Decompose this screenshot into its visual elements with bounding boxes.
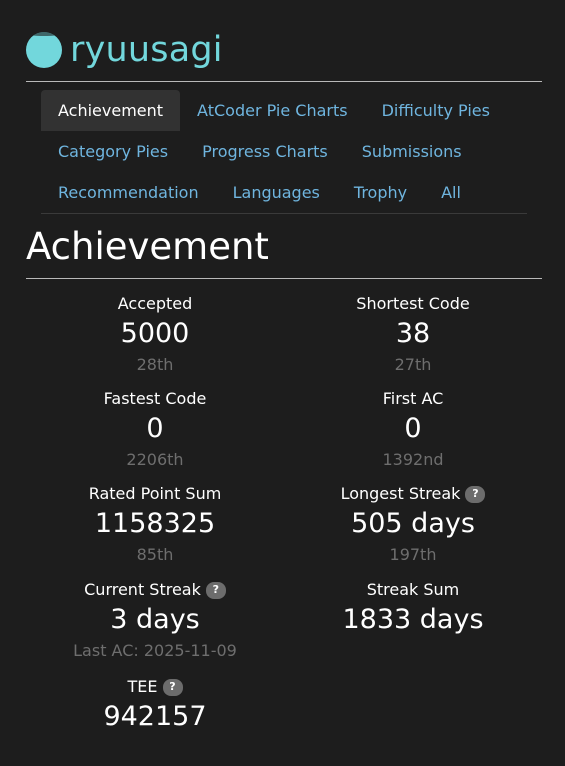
achievement-fastest-code: Fastest Code 0 2206th bbox=[25, 388, 285, 472]
user-header: ryuusagi bbox=[26, 26, 223, 74]
achievement-value: 5000 bbox=[120, 318, 190, 349]
achievement-label: Rated Point Sum bbox=[88, 484, 222, 503]
achievement-label-row: Current Streak ? bbox=[25, 579, 285, 601]
tab-achievement[interactable]: Achievement bbox=[41, 90, 181, 131]
achievement-label: TEE bbox=[127, 677, 158, 696]
achievement-rank: 28th bbox=[136, 355, 174, 374]
tab-progress-charts[interactable]: Progress Charts bbox=[185, 131, 345, 172]
last-ac-date: Last AC: 2025-11-09 bbox=[73, 641, 237, 660]
achievement-value: 1158325 bbox=[94, 508, 216, 539]
achievement-first-ac: First AC 0 1392nd bbox=[283, 388, 543, 472]
help-icon[interactable]: ? bbox=[465, 485, 486, 503]
nav-tabs: Achievement AtCoder Pie Charts Difficult… bbox=[41, 90, 527, 214]
tab-category-pies[interactable]: Category Pies bbox=[41, 131, 185, 172]
achievement-value: 0 bbox=[404, 413, 422, 444]
achievement-rank: 27th bbox=[394, 355, 432, 374]
header-divider bbox=[26, 81, 542, 82]
user-avatar-icon bbox=[26, 32, 62, 68]
achievement-shortest-code: Shortest Code 38 27th bbox=[283, 293, 543, 377]
achievement-rank: 2206th bbox=[126, 450, 184, 469]
achievement-value: 3 days bbox=[110, 604, 200, 635]
achievement-streak-sum: Streak Sum 1833 days bbox=[283, 579, 543, 639]
tab-recommendation[interactable]: Recommendation bbox=[41, 172, 216, 213]
user-name: ryuusagi bbox=[70, 30, 223, 70]
tab-all[interactable]: All bbox=[424, 172, 478, 213]
achievement-value: 1833 days bbox=[342, 604, 484, 635]
achievement-rank: 1392nd bbox=[382, 450, 444, 469]
tab-row: Category Pies Progress Charts Submission… bbox=[41, 131, 527, 172]
tab-submissions[interactable]: Submissions bbox=[345, 131, 479, 172]
help-icon[interactable]: ? bbox=[162, 678, 183, 696]
tab-trophy[interactable]: Trophy bbox=[337, 172, 424, 213]
achievement-rated-point-sum: Rated Point Sum 1158325 85th bbox=[25, 483, 285, 567]
achievement-value: 505 days bbox=[351, 508, 475, 539]
tab-atcoder-pie-charts[interactable]: AtCoder Pie Charts bbox=[180, 90, 365, 131]
achievement-label: Shortest Code bbox=[356, 294, 470, 313]
achievement-tee: TEE ? 942157 bbox=[25, 676, 285, 736]
tab-languages[interactable]: Languages bbox=[216, 172, 337, 213]
achievement-label-row: TEE ? bbox=[25, 676, 285, 698]
achievement-rank: 85th bbox=[136, 545, 174, 564]
tab-row: Achievement AtCoder Pie Charts Difficult… bbox=[41, 90, 527, 131]
achievement-label: Fastest Code bbox=[103, 389, 207, 408]
achievement-value: 38 bbox=[395, 318, 431, 349]
achievement-accepted: Accepted 5000 28th bbox=[25, 293, 285, 377]
tab-row: Recommendation Languages Trophy All bbox=[41, 172, 527, 213]
achievement-label: Longest Streak bbox=[340, 484, 461, 503]
section-divider bbox=[26, 278, 542, 279]
tabs-divider bbox=[41, 213, 527, 214]
achievement-value: 942157 bbox=[103, 701, 207, 732]
achievement-label: Current Streak bbox=[84, 580, 201, 599]
achievement-label: Streak Sum bbox=[366, 580, 460, 599]
achievement-current-streak: Current Streak ? 3 days Last AC: 2025-11… bbox=[25, 579, 285, 663]
achievement-rank: 197th bbox=[389, 545, 437, 564]
tab-difficulty-pies[interactable]: Difficulty Pies bbox=[365, 90, 507, 131]
achievement-label: Accepted bbox=[117, 294, 193, 313]
achievement-label-row: Longest Streak ? bbox=[283, 483, 543, 505]
achievement-label: First AC bbox=[382, 389, 444, 408]
achievement-value: 0 bbox=[146, 413, 164, 444]
help-icon[interactable]: ? bbox=[205, 581, 226, 599]
section-title: Achievement bbox=[26, 225, 269, 268]
achievement-longest-streak: Longest Streak ? 505 days 197th bbox=[283, 483, 543, 567]
